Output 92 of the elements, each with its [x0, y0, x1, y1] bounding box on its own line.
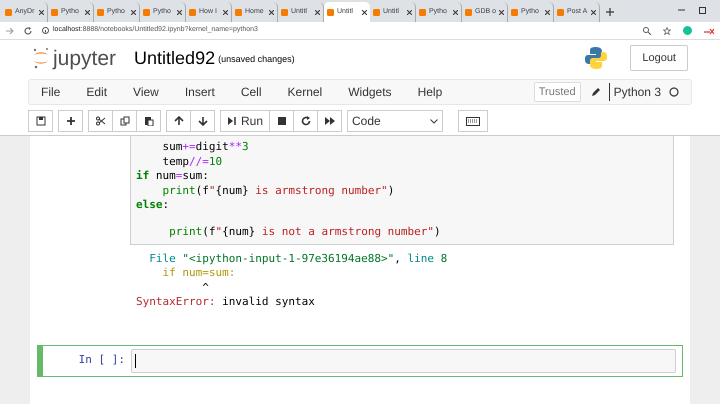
forward-icon: [6, 28, 14, 34]
extension-icon: [683, 26, 692, 35]
copy-icon: [120, 116, 130, 126]
favicon-icon: [5, 8, 12, 16]
menu-item[interactable]: Insert: [184, 83, 215, 101]
paste-icon: [144, 116, 154, 126]
favicon-icon: [419, 8, 426, 16]
fast-forward-button[interactable]: [317, 110, 342, 132]
maximize-icon: [699, 7, 706, 14]
pencil-icon: [590, 87, 601, 97]
close-icon: [85, 10, 90, 14]
favicon-icon: [281, 8, 288, 16]
save-icon: [36, 116, 46, 126]
close-icon: [407, 10, 412, 14]
save-status: (unsaved changes): [218, 53, 295, 66]
code-line: File "<ipython-input-1-97e36194ae88>", line 8: [148, 250, 448, 265]
close-icon: [453, 10, 458, 14]
menu-item[interactable]: Widgets: [348, 83, 392, 101]
jupyter-logo-icon: [32, 47, 50, 69]
favicon-icon: [327, 8, 334, 16]
fast-forward-icon: [324, 116, 335, 126]
stop-icon: [276, 116, 287, 126]
menu-item[interactable]: Kernel: [288, 83, 322, 101]
code-line: temp//=10: [161, 154, 224, 168]
code-line: else:: [136, 197, 170, 212]
menu-item[interactable]: View: [133, 83, 159, 101]
zoom-icon: [643, 26, 651, 34]
add-cell-button[interactable]: [58, 110, 83, 132]
move-up-icon: [174, 116, 184, 126]
favicon-icon: [143, 8, 150, 16]
notebook-title[interactable]: Untitled92: [134, 44, 216, 72]
run-button[interactable]: Run: [220, 110, 270, 132]
kernel-idle-icon: [669, 87, 679, 97]
keyboard-button[interactable]: [458, 110, 488, 132]
favicon-icon: [189, 8, 196, 16]
favicon-icon: [511, 8, 518, 16]
close-icon: [177, 10, 182, 14]
close-icon: [315, 10, 320, 14]
code-line: SyntaxError: invalid syntax: [136, 294, 316, 308]
move-down-icon: [198, 116, 208, 126]
close-icon: [269, 10, 274, 14]
reload-icon: [24, 26, 32, 34]
move-up-button[interactable]: [166, 110, 191, 132]
menu-item[interactable]: Edit: [86, 83, 108, 101]
close-icon: [131, 10, 136, 14]
code-input-area[interactable]: sum+=digit**3 temp//=10 if num=sum: print(f"{num} is armstrong number") else: print(f"{num} is not a armstrong number"): [130, 136, 674, 244]
code-line: sum+=digit**3: [161, 139, 250, 154]
new-tab-icon: [606, 8, 614, 16]
code-line: print(f"{num} is armstrong number"): [161, 182, 396, 197]
favicon-icon: [373, 8, 380, 16]
logo-text: jupyter: [53, 48, 116, 68]
extension-icon: [704, 26, 714, 34]
close-icon: [223, 10, 228, 14]
info-icon: [42, 27, 49, 34]
code-line: ^: [201, 280, 210, 294]
close-icon: [39, 10, 44, 14]
keyboard-icon: [466, 116, 480, 126]
favicon-icon: [235, 8, 242, 16]
trusted-indicator[interactable]: Trusted: [534, 82, 581, 102]
step-play-icon: [227, 116, 237, 126]
code-line: if num=sum:: [161, 265, 236, 280]
add-cell-icon: [66, 116, 76, 126]
stop-button[interactable]: [269, 110, 294, 132]
chevron-down-icon: [430, 118, 438, 124]
code-line: if num=sum:: [136, 168, 210, 182]
close-icon: [545, 10, 550, 14]
close-icon: [499, 10, 504, 14]
menu-item[interactable]: File: [41, 83, 60, 101]
input-prompt: In [ ]:: [78, 352, 126, 368]
favicon-icon: [557, 8, 564, 16]
code-input-field[interactable]: [131, 348, 676, 372]
logout-button[interactable]: Logout: [630, 45, 688, 71]
cut-icon: [96, 116, 106, 126]
restart-icon: [300, 116, 311, 126]
move-down-button[interactable]: [190, 110, 215, 132]
copy-button[interactable]: [112, 110, 137, 132]
kernel-name: Python 3: [614, 84, 661, 101]
restart-button[interactable]: [293, 110, 318, 132]
save-button[interactable]: [28, 110, 53, 132]
cell-type-dropdown[interactable]: Code: [347, 110, 444, 132]
star-icon: [663, 26, 671, 34]
paste-button[interactable]: [136, 110, 161, 132]
python-logo-icon: [584, 46, 608, 70]
cut-button[interactable]: [88, 110, 113, 132]
menu-item[interactable]: Cell: [240, 83, 262, 101]
code-line: print(f"{num} is not a armstrong number"): [168, 224, 442, 240]
menu-item[interactable]: Help: [418, 83, 442, 101]
close-icon: [591, 10, 596, 14]
close-icon: [362, 10, 367, 14]
favicon-icon: [51, 8, 58, 16]
favicon-icon: [97, 8, 104, 16]
favicon-icon: [465, 8, 472, 16]
